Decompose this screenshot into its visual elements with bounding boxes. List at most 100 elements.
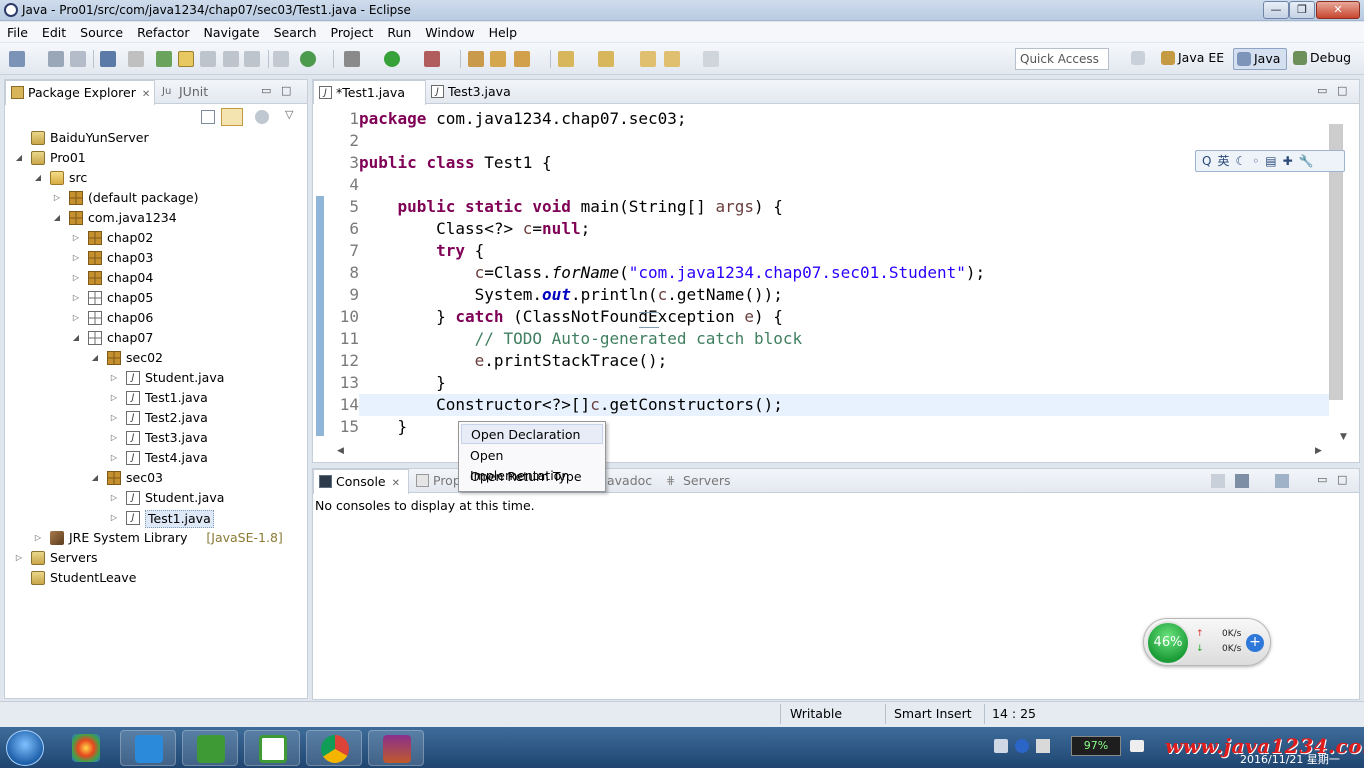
tray-monitor-icon[interactable]	[1036, 739, 1050, 753]
code-line[interactable]: }	[359, 372, 1329, 394]
view-menu-icon[interactable]: ▽	[285, 108, 293, 121]
tab-junit[interactable]: Ju JUnit	[157, 80, 227, 104]
taskbar-chrome[interactable]	[306, 730, 362, 766]
minimize-button[interactable]: —	[1263, 1, 1289, 19]
code-line[interactable]: // TODO Auto-generated catch block	[359, 328, 1329, 350]
console-icon[interactable]	[100, 51, 116, 67]
minimize-view-icon[interactable]: ▭	[261, 84, 271, 97]
menu-run[interactable]: Run	[380, 25, 418, 40]
taskbar-date[interactable]: 2016/11/21 星期一	[1240, 751, 1340, 767]
status-insert-mode[interactable]: Smart Insert	[894, 706, 972, 721]
menu-open-declaration[interactable]: Open Declaration	[461, 424, 603, 444]
menu-navigate[interactable]: Navigate	[197, 25, 267, 40]
close-icon[interactable]: ✕	[392, 478, 400, 489]
tab-package-explorer[interactable]: Package Explorer ✕	[5, 80, 155, 105]
code-line[interactable]: public class Test1 {	[359, 152, 1329, 174]
code-line[interactable]: c=Class.forName("com.java1234.chap07.sec…	[359, 262, 1329, 284]
scroll-right-icon[interactable]: ▶	[1315, 446, 1322, 456]
new-package-icon[interactable]	[490, 51, 506, 67]
expanded-arrow-icon[interactable]: ◢	[91, 348, 99, 368]
show-whitespace-icon[interactable]	[244, 51, 260, 67]
maximize-editor-icon[interactable]: □	[1337, 84, 1347, 97]
collapsed-arrow-icon[interactable]: ▷	[110, 428, 118, 448]
taskbar-camtasia-1[interactable]	[182, 730, 238, 766]
code-line[interactable]: package com.java1234.chap07.sec03;	[359, 108, 1329, 130]
toggle-ant-icon[interactable]	[156, 51, 172, 67]
taskbar-app-1[interactable]	[58, 730, 114, 766]
editor-gutter[interactable]	[313, 104, 327, 442]
code-line[interactable]: Class<?> c=null;	[359, 218, 1329, 240]
tab-test1-java[interactable]: J *Test1.java	[313, 80, 426, 105]
next-annotation-icon[interactable]	[558, 51, 574, 67]
menu-open-return-type[interactable]: Open Return Type	[461, 467, 603, 487]
collapsed-arrow-icon[interactable]: ▷	[53, 188, 61, 208]
expanded-arrow-icon[interactable]: ◢	[34, 168, 42, 188]
code-line[interactable]: e.printStackTrace();	[359, 350, 1329, 372]
tab-console[interactable]: Console ✕	[313, 469, 409, 494]
tab-test3-java[interactable]: J Test3.java	[426, 80, 516, 104]
menu-file[interactable]: File	[0, 25, 35, 40]
prev-annotation-icon[interactable]	[598, 51, 614, 67]
open-console-icon[interactable]	[1275, 474, 1289, 488]
expanded-arrow-icon[interactable]: ◢	[15, 148, 23, 168]
close-button[interactable]: ✕	[1316, 1, 1360, 19]
menu-window[interactable]: Window	[418, 25, 481, 40]
collapsed-arrow-icon[interactable]: ▷	[110, 508, 118, 528]
expanded-arrow-icon[interactable]: ◢	[53, 208, 61, 228]
collapsed-arrow-icon[interactable]: ▷	[110, 408, 118, 428]
code-area[interactable]: package com.java1234.chap07.sec03; public…	[359, 108, 1329, 438]
server-icon[interactable]	[273, 51, 289, 67]
run-icon[interactable]	[384, 51, 400, 67]
maximize-view-icon[interactable]: □	[281, 84, 291, 97]
taskbar-wps[interactable]	[120, 730, 176, 766]
collapsed-arrow-icon[interactable]: ▷	[110, 368, 118, 388]
display-console-icon[interactable]	[1235, 474, 1249, 488]
tray-icon[interactable]	[994, 739, 1008, 753]
menu-project[interactable]: Project	[324, 25, 381, 40]
collapse-all-icon[interactable]	[201, 110, 215, 124]
menu-edit[interactable]: Edit	[35, 25, 73, 40]
add-icon[interactable]: +	[1246, 634, 1264, 652]
scroll-down-icon[interactable]: ▼	[1340, 432, 1347, 442]
code-line[interactable]: System.out.println(c.getName());	[359, 284, 1329, 306]
help-icon[interactable]	[1015, 739, 1029, 753]
code-line[interactable]: } catch (ClassNotFoundException e) {	[359, 306, 1329, 328]
window-title-bar[interactable]: Java - Pro01/src/com/java1234/chap07/sec…	[0, 0, 1364, 21]
maximize-console-icon[interactable]: □	[1337, 473, 1347, 486]
collapsed-arrow-icon[interactable]: ▷	[72, 288, 80, 308]
tab-properties[interactable]: Prop	[411, 469, 461, 493]
save-icon[interactable]	[48, 51, 64, 67]
code-line[interactable]	[359, 130, 1329, 152]
collapsed-arrow-icon[interactable]: ▷	[72, 308, 80, 328]
fold-icon[interactable]	[639, 312, 659, 328]
network-speed-widget[interactable]: 46% ↑ ↓ 0K/s 0K/s +	[1143, 618, 1271, 666]
maximize-button[interactable]: ❐	[1289, 1, 1315, 19]
start-button[interactable]	[6, 730, 44, 766]
battery-indicator[interactable]: 97%	[1071, 736, 1121, 756]
collapsed-arrow-icon[interactable]: ▷	[72, 228, 80, 248]
collapsed-arrow-icon[interactable]: ▷	[110, 488, 118, 508]
perspective-debug[interactable]: Debug	[1290, 48, 1355, 70]
menu-source[interactable]: Source	[73, 25, 130, 40]
save-all-icon[interactable]	[70, 51, 86, 67]
taskbar-camtasia-2[interactable]	[244, 730, 300, 766]
refresh-icon[interactable]	[300, 51, 316, 67]
code-line[interactable]	[359, 174, 1329, 196]
collapsed-arrow-icon[interactable]: ▷	[72, 248, 80, 268]
pin-console-icon[interactable]	[1211, 474, 1225, 488]
scroll-left-icon[interactable]: ◀	[337, 446, 344, 456]
back-icon[interactable]	[664, 51, 680, 67]
external-tools-icon[interactable]	[424, 51, 440, 67]
code-line[interactable]: Constructor<?>[]c.getConstructors();	[359, 394, 1329, 416]
close-icon[interactable]: ✕	[142, 89, 150, 100]
open-type-icon[interactable]	[514, 51, 530, 67]
expanded-arrow-icon[interactable]: ◢	[91, 468, 99, 488]
minimize-editor-icon[interactable]: ▭	[1317, 84, 1327, 97]
perspective-java-ee[interactable]: Java EE	[1158, 48, 1228, 70]
menu-open-implementation[interactable]: Open Implementation	[461, 446, 603, 483]
menu-search[interactable]: Search	[267, 25, 324, 40]
block-select-icon[interactable]	[200, 51, 216, 67]
quick-access-input[interactable]: Quick Access	[1015, 48, 1109, 70]
expanded-arrow-icon[interactable]: ◢	[72, 328, 80, 348]
new-java-project-icon[interactable]	[468, 51, 484, 67]
